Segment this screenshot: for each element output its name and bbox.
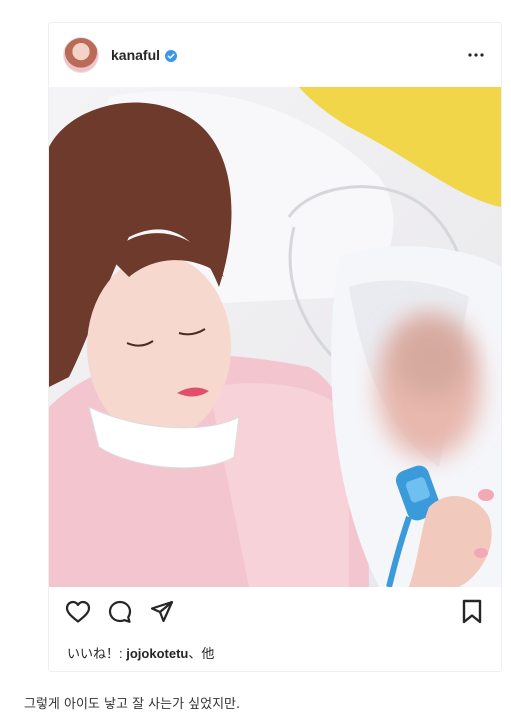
like-button[interactable] xyxy=(63,597,93,627)
caption-text: 그렇게 아이도 낳고 잘 사는가 싶었지만. xyxy=(24,697,241,712)
more-options-button[interactable] xyxy=(465,44,487,66)
likes-user-link[interactable]: jojokotetu xyxy=(126,646,188,661)
page: kanaful いいね！: jojokotetu、他 그렇게 아이도 낳고 잘 … xyxy=(0,0,511,728)
save-button[interactable] xyxy=(457,597,487,627)
likes-label: いいね！: xyxy=(67,646,127,661)
comment-button[interactable] xyxy=(105,597,135,627)
post-header: kanaful xyxy=(63,35,491,75)
username[interactable]: kanaful xyxy=(111,47,160,63)
post-photo-image xyxy=(49,87,501,587)
post-actions xyxy=(63,597,487,627)
share-button[interactable] xyxy=(147,597,177,627)
likes-line: いいね！: jojokotetu、他 xyxy=(67,643,214,662)
heart-icon xyxy=(65,600,91,623)
instagram-post-card: kanaful いいね！: jojokotetu、他 xyxy=(48,22,502,672)
share-icon xyxy=(150,600,174,623)
verified-badge-icon xyxy=(165,49,178,62)
bookmark-icon xyxy=(462,599,482,624)
post-photo[interactable] xyxy=(49,87,501,587)
more-options-icon xyxy=(468,53,484,57)
comment-icon xyxy=(108,600,132,623)
likes-suffix: 、他 xyxy=(188,646,215,661)
profile-avatar[interactable] xyxy=(63,37,99,73)
